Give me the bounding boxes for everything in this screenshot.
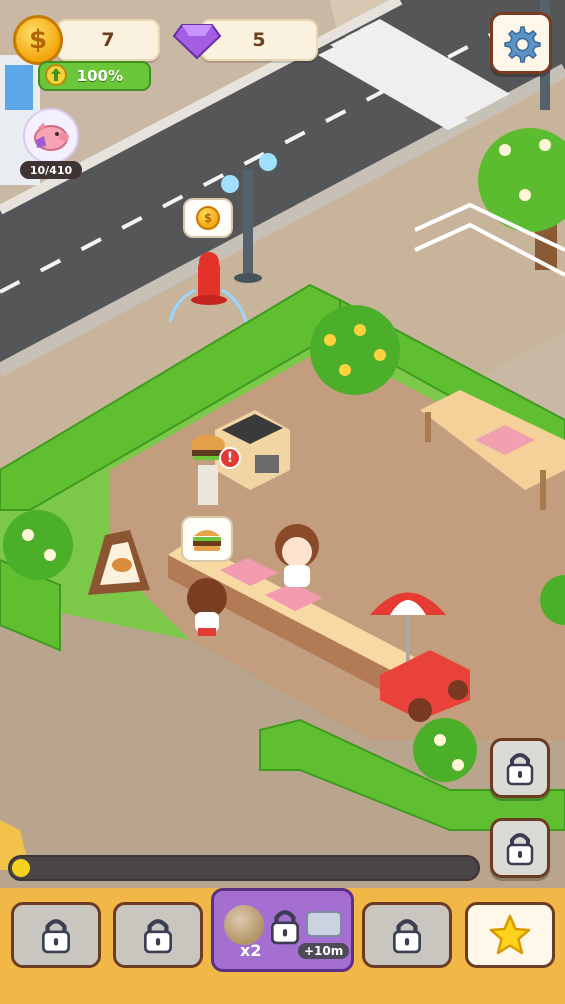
game-scene [0,0,565,1004]
gem-icon [172,24,222,60]
lock-icon [271,910,299,945]
piggy-bank-icon [23,108,79,164]
tab-locked-2[interactable] [113,902,203,968]
bonus-time-label: +10m [298,943,350,959]
level-progress-bar [8,855,480,881]
side-locked-button-2[interactable] [490,818,550,878]
coin-counter: 7 [56,19,160,61]
piggy-bank-button[interactable]: 10/410 [20,108,82,180]
lock-icon [42,919,70,954]
gem-count: 5 [252,29,266,51]
burger-icon [193,530,221,551]
alert-badge[interactable]: ! [219,447,241,469]
order-bubble[interactable] [181,516,233,562]
star-icon [489,914,531,955]
tab-boost-locked[interactable]: x2 +10m [211,888,354,972]
level-progress-fill [12,859,30,877]
tab-locked-4[interactable] [362,902,452,968]
multiplier-label: x2 [240,941,262,960]
tab-star[interactable] [465,902,555,968]
boost-value: 100% [76,67,123,85]
coin-icon: $ [196,206,220,230]
lock-icon [144,919,172,954]
lock-icon [506,753,534,786]
lock-icon [393,919,421,954]
lock-icon [506,833,534,866]
settings-button[interactable] [490,12,552,74]
tab-locked-1[interactable] [11,902,101,968]
gear-icon [504,26,541,63]
coin-count: 7 [101,29,115,51]
video-icon [306,911,342,937]
coin-collect-bubble[interactable]: $ [183,198,233,238]
piggy-bank-label: 10/410 [20,161,82,179]
exclamation-icon: ! [226,450,234,466]
side-locked-button-1[interactable] [490,738,550,798]
boost-icon [45,64,67,86]
coin-stack-icon [224,905,264,945]
coin-icon: $ [13,15,63,65]
